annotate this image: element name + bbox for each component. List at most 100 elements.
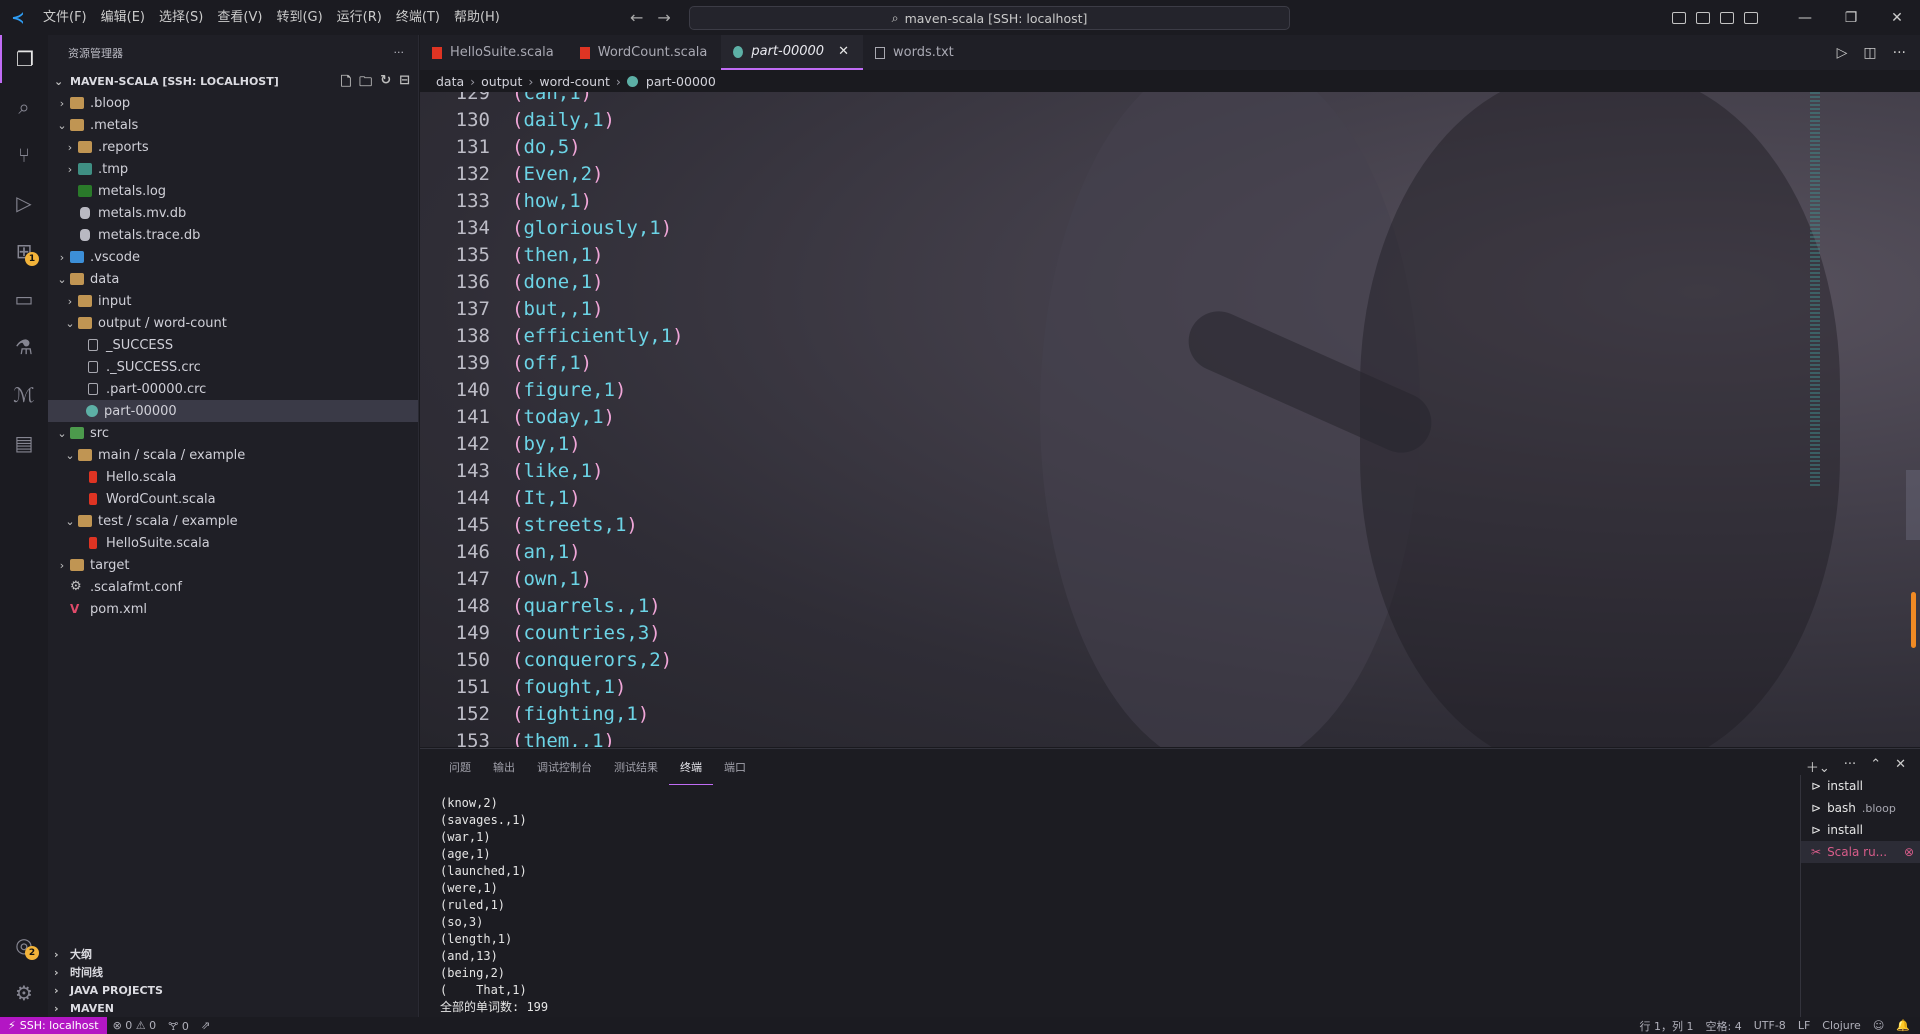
panel-tab[interactable]: 输出 bbox=[482, 749, 526, 785]
menu-item[interactable]: 转到(G) bbox=[269, 0, 329, 35]
toggle-secondary-sidebar-icon[interactable] bbox=[1720, 11, 1734, 24]
tree-item[interactable]: ⌄ output / word-count bbox=[48, 312, 418, 334]
ports-status[interactable]: 🝖 0 bbox=[162, 1015, 195, 1034]
tab[interactable]: HelloSuite.scala bbox=[420, 35, 568, 70]
sidebar-section-header[interactable]: › MAVEN bbox=[48, 999, 419, 1017]
tab[interactable]: part-00000 ✕ bbox=[721, 35, 863, 70]
sidebar-section-header[interactable]: › 时间线 bbox=[48, 963, 419, 981]
tree-item[interactable]: ⚙ .scalafmt.conf bbox=[48, 576, 418, 598]
tree-item[interactable]: part-00000 bbox=[48, 400, 418, 422]
menu-item[interactable]: 选择(S) bbox=[152, 0, 210, 35]
terminal-item[interactable]: ⊳ bash .bloop bbox=[1801, 797, 1920, 819]
language-mode[interactable]: Clojure bbox=[1822, 1019, 1861, 1032]
back-icon[interactable]: ← bbox=[630, 8, 643, 27]
workspace-section-header[interactable]: ⌄ MAVEN-SCALA [SSH: LOCALHOST] 🗋 🗀 ↻ ⊟ bbox=[48, 70, 418, 92]
new-file-icon[interactable]: 🗋 bbox=[341, 73, 351, 95]
editor-scrollbar[interactable] bbox=[1906, 470, 1920, 540]
cursor-position[interactable]: 行 1，列 1 bbox=[1640, 1018, 1694, 1034]
tree-item[interactable]: metals.log bbox=[48, 180, 418, 202]
new-terminal-icon[interactable]: ＋⌄ bbox=[1806, 757, 1830, 776]
tree-item[interactable]: › .bloop bbox=[48, 92, 418, 114]
forward-icon[interactable]: → bbox=[657, 8, 670, 27]
terminal-output[interactable]: (know,2) (savages.,1) (war,1) (age,1) (launc… bbox=[440, 795, 548, 1016]
run-debug-icon[interactable]: ▷ bbox=[0, 179, 48, 227]
collapse-all-icon[interactable]: ⊟ bbox=[399, 73, 410, 95]
minimap[interactable] bbox=[1810, 92, 1820, 487]
panel-tab[interactable]: 终端 bbox=[669, 749, 713, 785]
panel-tab[interactable]: 调试控制台 bbox=[526, 749, 603, 785]
tree-item[interactable]: metals.mv.db bbox=[48, 202, 418, 224]
menu-item[interactable]: 终端(T) bbox=[389, 0, 447, 35]
tree-item[interactable]: ⌄ main / scala / example bbox=[48, 444, 418, 466]
tree-item[interactable]: ⌄ .metals bbox=[48, 114, 418, 136]
sidebar-section-header[interactable]: › JAVA PROJECTS bbox=[48, 981, 419, 999]
source-control-icon[interactable]: ⑂ bbox=[0, 131, 48, 179]
tree-item[interactable]: WordCount.scala bbox=[48, 488, 418, 510]
sidebar-section-header[interactable]: › 大纲 bbox=[48, 945, 419, 963]
tree-item[interactable]: › .reports bbox=[48, 136, 418, 158]
extensions-icon[interactable]: ⊞ 1 bbox=[0, 227, 48, 275]
tree-item[interactable]: › input bbox=[48, 290, 418, 312]
split-editor-icon[interactable]: ◫ bbox=[1863, 45, 1876, 61]
terminal-item[interactable]: ⊳ install bbox=[1801, 775, 1920, 797]
maximize-panel-icon[interactable]: ⌃ bbox=[1870, 757, 1881, 776]
menu-item[interactable]: 编辑(E) bbox=[94, 0, 152, 35]
refresh-icon[interactable]: ↻ bbox=[380, 73, 391, 95]
tree-item[interactable]: .part-00000.crc bbox=[48, 378, 418, 400]
tree-item[interactable]: › .tmp bbox=[48, 158, 418, 180]
tree-item[interactable]: ⌄ src bbox=[48, 422, 418, 444]
panel-tab[interactable]: 问题 bbox=[438, 749, 482, 785]
tree-item[interactable]: › .vscode bbox=[48, 246, 418, 268]
notifications-icon[interactable]: 🔔 bbox=[1896, 1019, 1910, 1032]
tree-item[interactable]: ⌄ test / scala / example bbox=[48, 510, 418, 532]
panel-tab[interactable]: 测试结果 bbox=[603, 749, 669, 785]
customize-layout-icon[interactable] bbox=[1744, 11, 1758, 24]
tree-item[interactable]: _SUCCESS bbox=[48, 334, 418, 356]
editor-pane[interactable]: 129 (can,1) 130 (daily,1) 131 (do,5) 132 (Even,… bbox=[420, 92, 1920, 747]
run-icon[interactable]: ▷ bbox=[1837, 45, 1848, 61]
tree-item[interactable]: HelloSuite.scala bbox=[48, 532, 418, 554]
terminal-item[interactable]: ⊳ install bbox=[1801, 819, 1920, 841]
feedback-icon[interactable]: ☺ bbox=[1873, 1019, 1884, 1032]
accounts-icon[interactable]: ◎ 2 bbox=[0, 921, 48, 969]
tree-item[interactable]: ⌄ data bbox=[48, 268, 418, 290]
command-center-search[interactable]: ⌕ maven-scala [SSH: localhost] bbox=[689, 6, 1290, 30]
problems-status[interactable]: ⊗ 0 ⚠ 0 bbox=[107, 1019, 163, 1032]
explorer-icon[interactable]: ❐ bbox=[0, 35, 48, 83]
remote-explorer-icon[interactable]: ▭ bbox=[0, 275, 48, 323]
toggle-panel-icon[interactable] bbox=[1696, 11, 1710, 24]
tab[interactable]: WordCount.scala bbox=[568, 35, 722, 70]
settings-gear-icon[interactable]: ⚙ bbox=[0, 969, 48, 1017]
tree-item[interactable]: › target bbox=[48, 554, 418, 576]
breadcrumb-item[interactable]: data bbox=[436, 74, 464, 89]
menu-item[interactable]: 帮助(H) bbox=[447, 0, 507, 35]
terminal-item[interactable]: ✂ Scala ru... ⊗ bbox=[1801, 841, 1920, 863]
tree-item[interactable]: Hello.scala bbox=[48, 466, 418, 488]
testing-icon[interactable]: ⚗ bbox=[0, 323, 48, 371]
tree-item[interactable]: Vpom.xml bbox=[48, 598, 418, 620]
menu-item[interactable]: 查看(V) bbox=[210, 0, 269, 35]
metals-icon[interactable]: ℳ bbox=[0, 371, 48, 419]
close-panel-icon[interactable]: ✕ bbox=[1895, 757, 1906, 776]
live-share-icon[interactable]: ⇗ bbox=[195, 1019, 216, 1032]
search-icon[interactable]: ⌕ bbox=[0, 83, 48, 131]
toggle-primary-sidebar-icon[interactable] bbox=[1672, 11, 1686, 24]
folder-icon[interactable]: ▤ bbox=[0, 419, 48, 467]
breadcrumb-item[interactable]: output bbox=[481, 74, 522, 89]
more-actions-icon[interactable]: ··· bbox=[1844, 757, 1856, 776]
close-icon[interactable]: ✕ bbox=[838, 44, 849, 59]
tree-item[interactable]: metals.trace.db bbox=[48, 224, 418, 246]
breadcrumb-item[interactable]: part-00000 bbox=[646, 74, 716, 89]
tree-item[interactable]: ._SUCCESS.crc bbox=[48, 356, 418, 378]
close-window-button[interactable]: ✕ bbox=[1874, 0, 1920, 35]
encoding[interactable]: UTF-8 bbox=[1754, 1019, 1786, 1032]
panel-tab[interactable]: 端口 bbox=[713, 749, 757, 785]
menu-item[interactable]: 文件(F) bbox=[36, 0, 94, 35]
menu-item[interactable]: 运行(R) bbox=[330, 0, 389, 35]
end-of-line[interactable]: LF bbox=[1798, 1019, 1810, 1032]
remote-indicator[interactable]: ⚡ SSH: localhost bbox=[0, 1017, 107, 1034]
kill-terminal-icon[interactable]: ⊗ bbox=[1904, 845, 1914, 859]
minimize-button[interactable]: — bbox=[1782, 0, 1828, 35]
more-actions-icon[interactable]: ··· bbox=[1893, 45, 1906, 61]
restore-button[interactable]: ❐ bbox=[1828, 0, 1874, 35]
